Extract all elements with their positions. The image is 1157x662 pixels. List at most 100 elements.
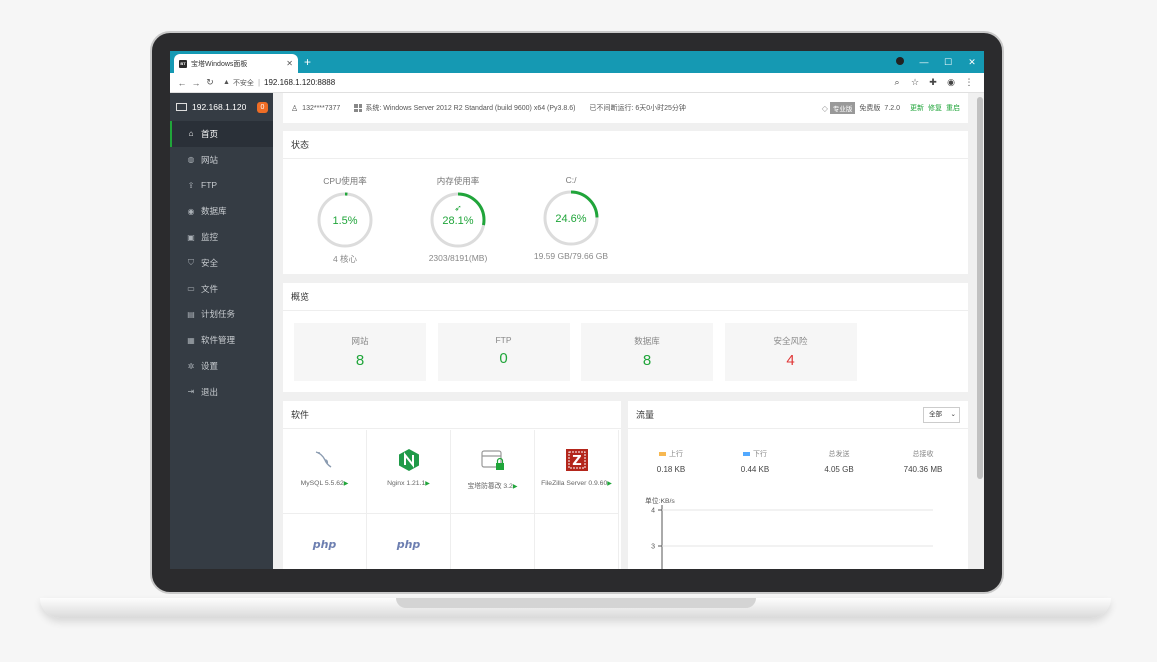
server-icon [176,103,187,111]
browser-tab[interactable]: BT 宝塔Windows面板 ✕ [174,54,298,73]
notification-badge[interactable]: 0 [257,101,268,113]
sidebar-item-label: FTP [201,180,218,191]
sidebar-item-9[interactable]: ✲ 设置 [170,353,273,379]
overview-card: 概览 网站 8 FTP 0 数据库 8 安全风险 4 [283,283,968,392]
maximize-icon[interactable]: ☐ [936,57,960,68]
play-icon[interactable]: ▶ [513,484,518,490]
apps-icon: ▦ [187,335,195,345]
zoom-icon[interactable]: ⌕ [888,77,906,88]
sidebar-item-6[interactable]: ▭ 文件 [170,276,273,302]
gauge-subtext: 19.59 GB/79.66 GB [533,251,609,261]
gauge-label: CPU使用率 [323,176,367,186]
sidebar-item-1[interactable]: ◍ 网站 [170,147,273,173]
software-item[interactable]: Nginx 1.21.1▶ [367,430,451,514]
overview-value: 8 [355,352,365,369]
gauge-value: 1.5% [332,215,357,227]
gauge-ring: ➶ 28.1% [430,192,486,248]
software-title: 软件 [283,401,621,429]
y-tick-label: 3 [651,544,655,551]
sidebar: 192.168.1.120 0 ⌂ 首页 ◍ 网站 ⇪ FTP ◉ 数据库 ▣ 监控 ⛉ 安全 ▭ 文件 ▤… [170,93,273,569]
user-account[interactable]: 132****7377 [302,105,340,112]
back-icon[interactable]: ← [175,78,189,88]
software-item[interactable]: php [283,514,367,569]
sidebar-item-label: 首页 [201,128,219,139]
sidebar-item-7[interactable]: ▤ 计划任务 [170,302,273,328]
restart-link[interactable]: 重启 [946,103,960,113]
sidebar-item-8[interactable]: ▦ 软件管理 [170,327,273,353]
php-icon: php [312,537,337,551]
pro-badge[interactable]: 专业版 [829,102,856,114]
user-icon: ♙ [291,103,299,113]
play-icon[interactable]: ▶ [607,481,612,487]
overview-item[interactable]: FTP 0 [437,323,570,381]
extensions-icon[interactable]: ✚ [924,77,942,88]
gauge[interactable]: CPU使用率 1.5% 4 核心 [300,175,390,265]
traffic-card: 流量 全部 ⌄ 上行 0.18 KB 下行 0.44 KB 总发送 4.05 GB… [628,401,968,569]
upload-legend-swatch [659,452,666,456]
sidebar-item-0[interactable]: ⌂ 首页 [170,121,273,147]
upload-stat: 上行 0.18 KB [636,449,706,474]
window-close-icon[interactable]: ✕ [960,57,984,68]
traffic-filter-select[interactable]: 全部 ⌄ [923,407,960,423]
play-icon[interactable]: ▶ [344,481,349,487]
scrollbar-thumb[interactable] [977,97,983,479]
gauge[interactable]: C:/ 24.6% 19.59 GB/79.66 GB [526,175,616,261]
software-item[interactable]: MySQL 5.5.62▶ [283,430,367,514]
overview-title: 概览 [283,283,968,311]
home-icon: ⌂ [188,129,194,139]
scrollbar[interactable] [976,93,984,569]
upload-value: 0.18 KB [656,465,686,474]
repair-link[interactable]: 修复 [928,103,942,113]
software-item[interactable]: php [367,514,451,569]
software-item[interactable]: 宝塔防篡改 3.2▶ [451,430,535,514]
database-icon: ◉ [187,206,195,216]
forward-icon[interactable]: → [189,78,203,88]
shield-icon: ⛉ [188,257,194,267]
chevron-down-icon: ⌄ [950,411,956,418]
overview-value: 0 [499,350,508,367]
close-icon[interactable]: ✕ [286,59,293,68]
gauge-ring: 1.5% [317,192,373,248]
sidebar-item-4[interactable]: ▣ 监控 [170,224,273,250]
sidebar-item-label: 设置 [201,361,219,372]
reload-icon[interactable]: ↻ [203,77,217,88]
overview-label: FTP [495,335,512,345]
download-legend-swatch [743,452,750,456]
account-icon[interactable]: ◉ [942,77,960,88]
gauge-subtext: 4 核心 [332,254,358,264]
diamond-icon: ◇ [821,103,828,113]
gauge[interactable]: 内存使用率 ➶ 28.1% 2303/8191(MB) [413,175,503,263]
software-empty-cell [451,514,535,569]
software-item[interactable]: Z FileZilla Server 0.9.60▶ [535,430,619,514]
overview-value: 8 [642,352,652,369]
sidebar-item-label: 网站 [201,154,219,165]
software-name: MySQL 5.5.62▶ [300,480,349,487]
edition-label: 免费版 [859,105,881,112]
software-name: FileZilla Server 0.9.60▶ [541,480,612,487]
os-info: Windows Server 2012 R2 Standard (build 9… [383,104,576,112]
profile-icon[interactable] [888,57,912,67]
server-ip: 192.168.1.120 [192,102,247,112]
overview-item[interactable]: 安全风险 4 [724,323,857,381]
software-name: 宝塔防篡改 3.2▶ [467,483,518,490]
software-name: Nginx 1.21.1▶ [387,480,430,487]
sidebar-item-10[interactable]: ⇥ 退出 [170,379,273,405]
url-field[interactable]: ▲ 不安全 | 192.168.1.120:8888 [223,76,888,90]
play-icon[interactable]: ▶ [425,481,430,487]
menu-icon[interactable]: ⋮ [960,77,978,88]
url-separator: | [257,78,261,87]
update-link[interactable]: 更新 [910,103,924,113]
overview-item[interactable]: 数据库 8 [581,323,713,381]
minimize-icon[interactable]: — [912,57,936,67]
sidebar-item-3[interactable]: ◉ 数据库 [170,198,273,224]
sidebar-item-2[interactable]: ⇪ FTP [170,173,273,199]
address-bar: ← → ↻ ▲ 不安全 | 192.168.1.120:8888 ⌕ ☆ ✚ ◉… [170,73,984,93]
sidebar-item-5[interactable]: ⛉ 安全 [170,250,273,276]
filezilla-icon: Z [535,446,618,474]
gauge-value: 24.6% [555,213,586,225]
star-icon[interactable]: ☆ [906,77,924,88]
rocket-icon: ➶ [454,203,462,213]
sidebar-item-label: 监控 [201,232,219,243]
new-tab-icon[interactable]: + [304,55,311,69]
overview-item[interactable]: 网站 8 [294,323,426,381]
